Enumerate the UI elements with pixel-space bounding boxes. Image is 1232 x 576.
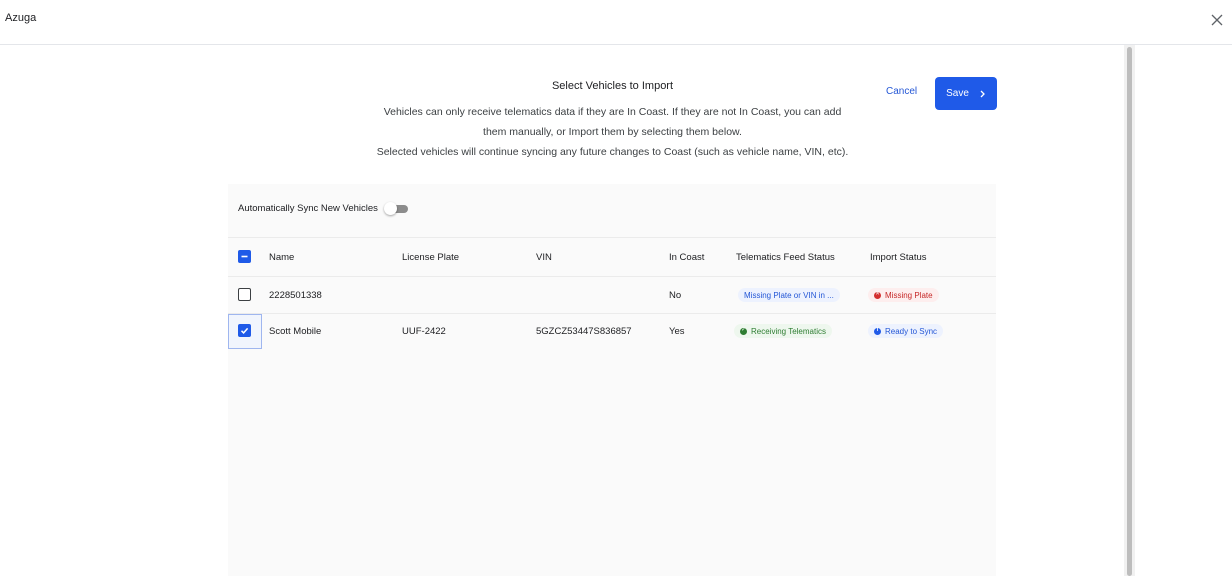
scrollbar[interactable]	[1124, 45, 1135, 576]
info-icon: i	[874, 327, 881, 335]
auto-sync-toggle[interactable]	[383, 201, 410, 215]
column-header-license-plate[interactable]: License Plate	[402, 239, 459, 275]
import-status-badge: i Ready to Sync	[868, 324, 944, 338]
app-title: Azuga	[5, 12, 37, 24]
column-header-telematics-status[interactable]: Telematics Feed Status	[736, 239, 835, 275]
save-button-label: Save	[946, 88, 969, 99]
close-icon	[1211, 14, 1223, 26]
vehicles-panel: Automatically Sync New Vehicles Name Lic…	[228, 184, 996, 576]
column-header-name[interactable]: Name	[269, 239, 294, 275]
auto-sync-row: Automatically Sync New Vehicles	[238, 200, 410, 216]
vehicle-name: Scott Mobile	[269, 325, 322, 337]
telematics-cell: Missing Plate or VIN in ...	[738, 277, 840, 313]
import-status-text: Missing Plate	[885, 290, 933, 300]
description-line-2: them manually, or Import them by selecti…	[483, 126, 742, 138]
top-bar: Azuga	[0, 0, 1232, 45]
telematics-status-badge: ✓ Receiving Telematics	[734, 324, 832, 338]
telematics-status-text: Missing Plate or VIN in ...	[744, 290, 834, 300]
error-icon: ✕	[874, 291, 881, 299]
in-coast: Yes	[669, 325, 685, 337]
table-header: Name License Plate VIN In Coast Telemati…	[228, 239, 996, 275]
row-checkbox[interactable]	[238, 324, 251, 337]
import-header: Select Vehicles to Import Vehicles can o…	[330, 78, 895, 162]
column-header-import-status[interactable]: Import Status	[870, 239, 927, 275]
check-circle-icon: ✓	[740, 327, 747, 335]
telematics-cell: ✓ Receiving Telematics	[734, 313, 832, 349]
in-coast: No	[669, 289, 682, 301]
cancel-button[interactable]: Cancel	[880, 84, 923, 99]
license-plate: UUF-2422	[402, 325, 446, 337]
vin: 5GZCZ53447S836857	[536, 325, 632, 337]
check-icon	[240, 327, 249, 334]
chevron-right-icon	[980, 90, 985, 97]
telematics-status-badge[interactable]: Missing Plate or VIN in ...	[738, 288, 840, 302]
minus-icon	[241, 255, 248, 258]
telematics-status-text: Receiving Telematics	[751, 326, 826, 336]
close-button[interactable]	[1206, 9, 1228, 31]
toggle-knob	[383, 202, 397, 215]
row-checkbox[interactable]	[238, 288, 251, 301]
import-cell: i Ready to Sync	[868, 313, 944, 349]
table-row[interactable]: 2228501338 No Missing Plate or VIN in ..…	[228, 277, 996, 313]
description-line-1: Vehicles can only receive telematics dat…	[383, 106, 842, 118]
description-line-3: Selected vehicles will continue syncing …	[376, 146, 849, 158]
scrollbar-thumb[interactable]	[1127, 47, 1132, 576]
import-status-badge: ✕ Missing Plate	[868, 288, 939, 302]
page-title: Select Vehicles to Import	[551, 80, 674, 92]
vehicle-name: 2228501338	[269, 289, 322, 301]
auto-sync-label: Automatically Sync New Vehicles	[238, 202, 378, 214]
import-cell: ✕ Missing Plate	[868, 277, 939, 313]
save-button[interactable]: Save	[935, 77, 997, 110]
import-status-text: Ready to Sync	[885, 326, 938, 336]
table-row[interactable]: Scott Mobile UUF-2422 5GZCZ53447S836857 …	[228, 313, 996, 349]
column-header-in-coast[interactable]: In Coast	[669, 239, 704, 275]
divider	[228, 237, 996, 238]
column-header-vin[interactable]: VIN	[536, 239, 552, 275]
select-all-checkbox[interactable]	[238, 250, 251, 263]
